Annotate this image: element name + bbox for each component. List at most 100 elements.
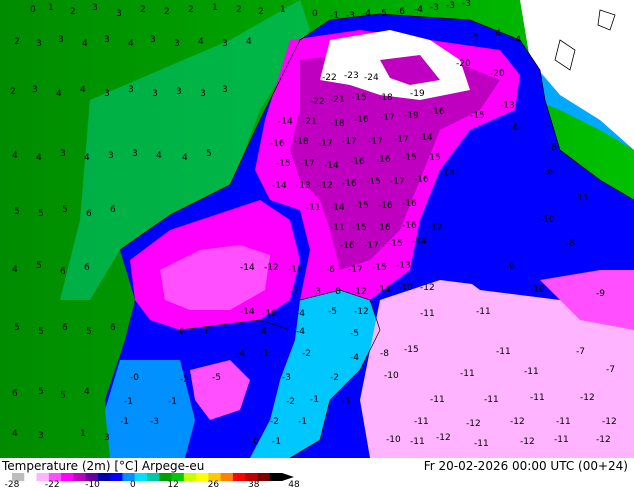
temperature-label: -15 xyxy=(354,201,369,211)
temperature-label: 2 xyxy=(14,37,20,47)
temperature-label: -17 xyxy=(390,177,405,187)
temperature-label: -0 xyxy=(130,373,139,383)
temperature-label: -4 xyxy=(258,327,267,337)
temperature-label: 2 xyxy=(188,5,194,15)
temperature-label: 0 xyxy=(30,5,36,15)
temperature-label: -14 xyxy=(330,203,345,213)
temperature-label: 5 xyxy=(14,323,20,333)
temperature-label: -2 xyxy=(286,397,295,407)
temperature-label: 6 xyxy=(12,389,18,399)
temperature-label: -16 xyxy=(340,241,355,251)
temperature-label: 2 xyxy=(70,7,76,17)
temperature-label: 3 xyxy=(104,89,110,99)
temperature-label: -13 xyxy=(396,261,411,271)
temperature-label: -7 xyxy=(606,365,615,375)
color-scale-swatch xyxy=(220,473,234,481)
temperature-label: -15 xyxy=(402,153,417,163)
temperature-label: -13 xyxy=(500,101,515,111)
temperature-label: -12 xyxy=(436,433,451,443)
temperature-label: 2 xyxy=(236,5,242,15)
temperature-label: 3 xyxy=(92,3,98,13)
temperature-label: -12 xyxy=(264,263,279,273)
temperature-label: -4 xyxy=(362,9,371,19)
temperature-label: -4 xyxy=(414,5,423,15)
temperature-label: 3 xyxy=(32,85,38,95)
temperature-label: -15 xyxy=(388,239,403,249)
temperature-label: -8 xyxy=(566,239,575,249)
temperature-label: -10 xyxy=(398,283,413,293)
temperature-label: -11 xyxy=(410,437,425,447)
temperature-label: 1 xyxy=(280,5,286,15)
temperature-label: -1 xyxy=(330,11,339,21)
temperature-label: 6 xyxy=(84,263,90,273)
temperature-label: -18 xyxy=(294,137,309,147)
temperature-label: 2 xyxy=(140,5,146,15)
temperature-label: -12 xyxy=(520,437,535,447)
temperature-label: -15 xyxy=(470,111,485,121)
temperature-label: -20 xyxy=(456,59,471,69)
temperature-label: -23 xyxy=(344,71,359,81)
color-scale-tick: 0 xyxy=(129,480,136,490)
temperature-label: -18 xyxy=(330,119,345,129)
temperature-label: 4 xyxy=(12,265,18,275)
temperature-label: -11 xyxy=(420,309,435,319)
temperature-label: -1 xyxy=(342,397,351,407)
temperature-label: -12 xyxy=(466,419,481,429)
temperature-label: -5 xyxy=(378,9,387,19)
temperature-label: -16 xyxy=(376,155,391,165)
temperature-label: -16 xyxy=(378,201,393,211)
temperature-label: -14 xyxy=(412,237,427,247)
temperature-label: -12 xyxy=(420,283,435,293)
temperature-label: -1 xyxy=(272,437,281,447)
temperature-label: 3 xyxy=(116,9,122,19)
temperature-label: -4 xyxy=(350,353,359,363)
temperature-label: -1 xyxy=(310,395,319,405)
temperature-label: 5 xyxy=(38,387,44,397)
color-scale-tick: -28 xyxy=(4,480,20,490)
temperature-label: 3 xyxy=(104,433,110,443)
color-scale-swatch xyxy=(134,473,148,481)
color-scale-tick: 48 xyxy=(288,480,300,490)
color-scale-tick: 26 xyxy=(207,480,220,490)
temperature-label: -11 xyxy=(574,193,589,203)
temperature-label: -11 xyxy=(306,203,321,213)
temperature-label: -14 xyxy=(278,117,293,127)
temperature-label: -8 xyxy=(548,143,557,153)
temperature-label: -19 xyxy=(404,111,419,121)
temperature-label: -17 xyxy=(368,137,383,147)
temperature-label: -3 xyxy=(282,373,291,383)
temperature-label: -3 xyxy=(150,417,159,427)
temperature-label: -14 xyxy=(240,263,255,273)
temperature-label: -11 xyxy=(414,417,429,427)
temperature-label: -11 xyxy=(554,435,569,445)
temperature-label: -7 xyxy=(290,287,299,297)
temperature-label: -19 xyxy=(410,89,425,99)
temperature-label: -2 xyxy=(180,375,189,385)
temperature-label: -11 xyxy=(530,393,545,403)
temperature-label: 4 xyxy=(128,39,134,49)
temperature-label: -11 xyxy=(474,439,489,449)
temperature-label: 2 xyxy=(10,87,16,97)
temperature-label: -2 xyxy=(330,373,339,383)
temperature-label: -17 xyxy=(318,139,333,149)
temperature-label: 3 xyxy=(38,431,44,441)
temperature-label: 5 xyxy=(38,209,44,219)
temperature-label: -11 xyxy=(288,265,303,275)
temperature-label: 3 xyxy=(222,85,228,95)
temperature-label: -11 xyxy=(460,369,475,379)
temperature-label: 1 xyxy=(212,3,218,13)
temperature-label: -15 xyxy=(404,345,419,355)
temperature-label: -15 xyxy=(372,263,387,273)
temperature-label: -11 xyxy=(524,367,539,377)
temperature-label: -14 xyxy=(240,307,255,317)
temperature-label: -8 xyxy=(380,349,389,359)
temperature-label: -3 xyxy=(346,11,355,21)
temperature-label: 2 xyxy=(164,7,170,17)
temperature-label: -17 xyxy=(300,159,315,169)
temperature-label: -4 xyxy=(512,35,521,45)
footer: Temperature (2m) [°C] Arpege-eu Fr 20-02… xyxy=(0,458,634,490)
map-datetime: Fr 20-02-2026 00:00 UTC (00+24) xyxy=(423,459,628,473)
temperature-label: 5 xyxy=(86,327,92,337)
temperature-label: -12 xyxy=(354,307,369,317)
temperature-label: -6 xyxy=(326,265,335,275)
